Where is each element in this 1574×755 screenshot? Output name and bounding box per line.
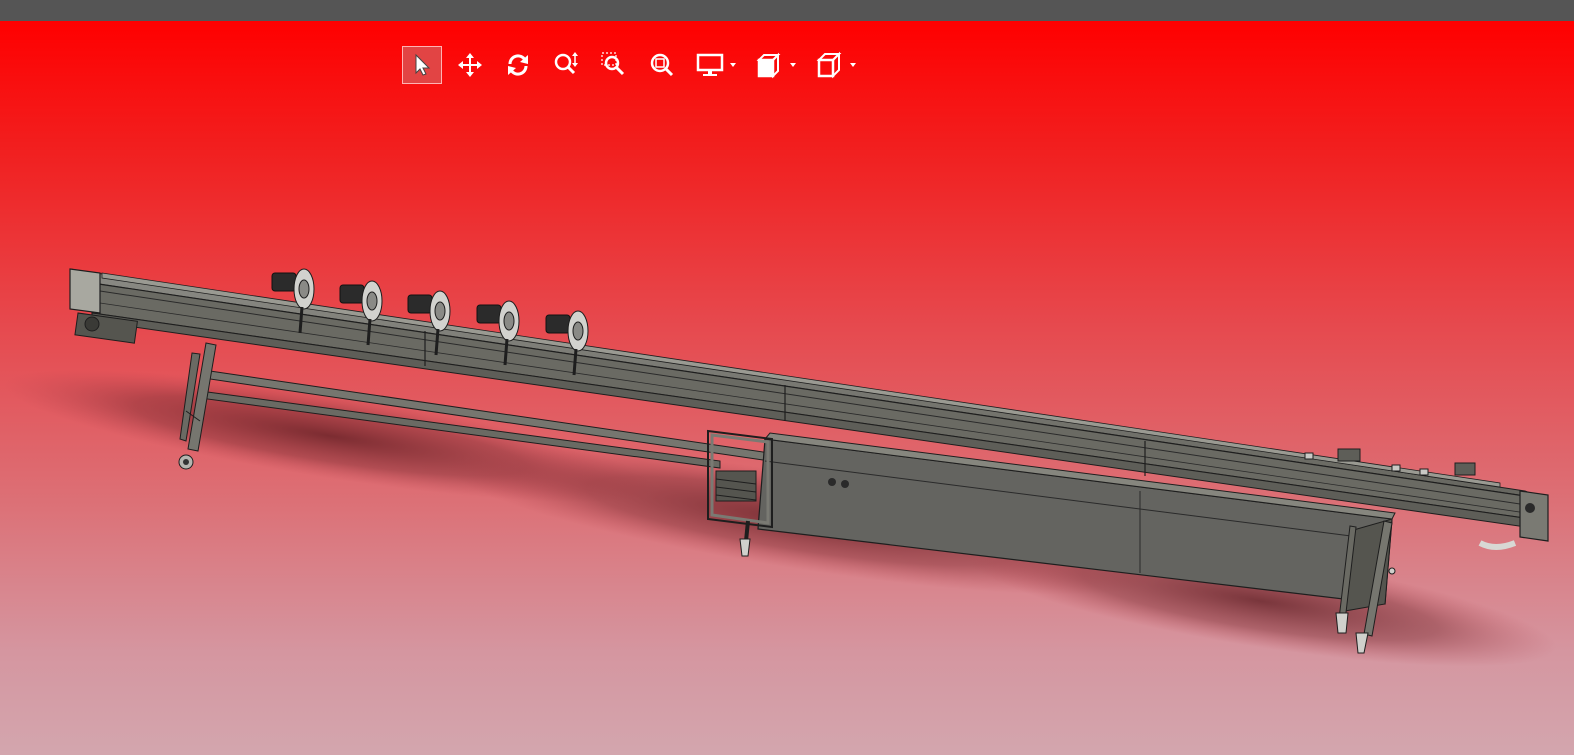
- select-tool-button[interactable]: [402, 46, 442, 84]
- zoom-window-tool-button[interactable]: [594, 46, 634, 84]
- view-toolbar: [402, 45, 870, 85]
- chevron-down-icon: [730, 63, 736, 67]
- cad-viewer-window: [0, 0, 1574, 755]
- standard-views-icon: [756, 52, 781, 79]
- zoom-fit-tool-button[interactable]: [642, 46, 682, 84]
- chevron-down-icon: [790, 63, 796, 67]
- zoom-updown-icon: [554, 52, 578, 75]
- zoom-window-icon: [601, 52, 625, 76]
- display-style-dropdown[interactable]: [810, 46, 862, 84]
- rotate-arrows-icon: [508, 54, 528, 76]
- monitor-icon: [696, 53, 724, 76]
- cursor-arrow-icon: [415, 53, 431, 76]
- zoom-fit-icon: [650, 53, 674, 77]
- view-orientation-dropdown[interactable]: [750, 46, 802, 84]
- display-mode-dropdown[interactable]: [690, 46, 742, 84]
- 3d-viewport[interactable]: [0, 21, 1574, 755]
- move-arrows-icon: [458, 53, 482, 77]
- conveyor-model[interactable]: [0, 21, 1574, 755]
- cube-icon: [816, 51, 842, 79]
- chevron-down-icon: [850, 63, 856, 67]
- zoom-tool-button[interactable]: [546, 46, 586, 84]
- pan-tool-button[interactable]: [450, 46, 490, 84]
- rotate-tool-button[interactable]: [498, 46, 538, 84]
- window-titlebar: [0, 0, 1574, 21]
